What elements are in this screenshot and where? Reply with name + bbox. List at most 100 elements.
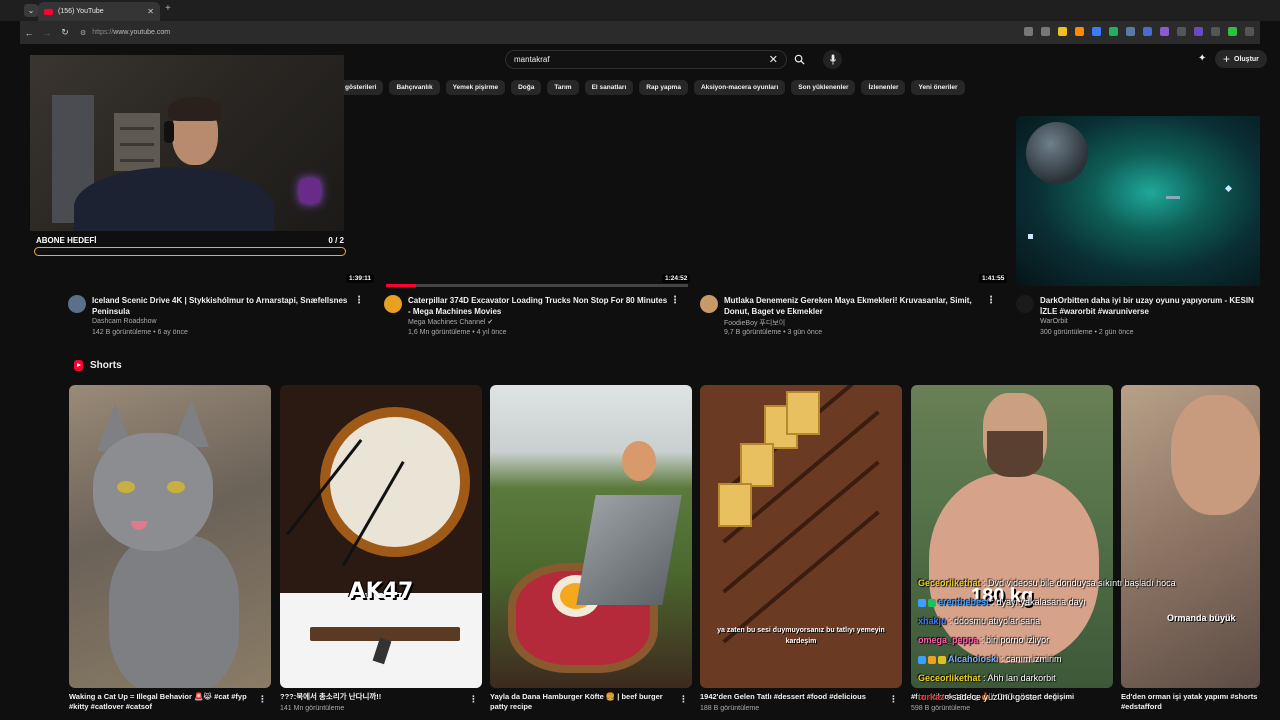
search-input[interactable]: mantakraf ✕ <box>505 50 787 69</box>
channel-avatar[interactable] <box>68 295 86 313</box>
chip[interactable]: El sanatları <box>584 80 634 95</box>
clear-search-icon[interactable]: ✕ <box>769 53 778 66</box>
short-title[interactable]: Waking a Cat Up = Illegal Behavior 🚨😹 #c… <box>69 692 255 712</box>
video-title[interactable]: Iceland Scenic Drive 4K | Stykkishólmur … <box>92 295 354 317</box>
extension-green-icon[interactable] <box>1109 27 1118 36</box>
channel-name[interactable]: FoodieBoy 푸디보이 <box>724 318 785 328</box>
channel-name-text: Mega Machines Channel <box>408 319 486 326</box>
create-button[interactable]: + Oluştur <box>1215 50 1267 68</box>
channel-avatar[interactable] <box>1016 295 1034 313</box>
search-button[interactable] <box>787 50 811 69</box>
chat-username: erenthebest <box>938 597 990 607</box>
search-query: mantakraf <box>514 55 550 64</box>
channel-name[interactable]: Mega Machines Channel ✔ <box>408 318 493 326</box>
video-title[interactable]: Mutlaka Denemeniz Gereken Maya Ekmekleri… <box>724 295 986 317</box>
close-tab-icon[interactable]: ✕ <box>147 7 154 16</box>
short-card-meta[interactable]: Yayla da Dana Hamburger Köfte 🍔 | beef b… <box>490 692 692 715</box>
extension-blue-icon[interactable] <box>1092 27 1101 36</box>
ai-sparkle-icon[interactable]: ✦ <box>1198 53 1206 64</box>
short-overlay-text: ya zaten bu sesi duymuyorsanız bu tatlıy… <box>717 627 885 645</box>
short-card-meta[interactable]: 1942'den Gelen Tatlı #dessert #food #del… <box>700 692 902 712</box>
short-card-meta[interactable]: ???:북에서 총소리가 난다니까!! 141 Mn görüntüleme ⋮ <box>280 692 482 712</box>
shorts-heading: Shorts <box>90 360 122 371</box>
chip[interactable]: Rap yapma <box>639 80 688 95</box>
goal-progress-bar <box>34 247 346 256</box>
chip[interactable]: Tarım <box>547 80 579 95</box>
extension-orange-icon[interactable] <box>1075 27 1084 36</box>
video-card[interactable]: Mutlaka Denemeniz Gereken Maya Ekmekleri… <box>700 295 1000 341</box>
eye-off-icon[interactable] <box>1041 27 1050 36</box>
short-title[interactable]: 1942'den Gelen Tatlı #dessert #food #del… <box>700 692 886 702</box>
video-title[interactable]: DarkOrbitten daha iyi bir uzay oyunu yap… <box>1040 295 1256 317</box>
translate-icon[interactable] <box>1126 27 1135 36</box>
video-title[interactable]: Caterpillar 374D Excavator Loading Truck… <box>408 295 670 317</box>
chip[interactable]: Bahçıvanlık <box>389 80 440 95</box>
download-icon[interactable] <box>1211 27 1220 36</box>
youtube-favicon-icon <box>44 8 53 15</box>
chip[interactable]: Aksiyon-macera oyunları <box>693 80 786 95</box>
short-thumbnail[interactable]: AK47 <box>280 385 482 688</box>
more-options-icon[interactable]: ⋮ <box>469 694 478 705</box>
chip[interactable]: Son yüklenenler <box>791 80 856 95</box>
new-tab-button[interactable]: + <box>165 3 171 14</box>
install-app-icon[interactable] <box>1024 27 1033 36</box>
forward-button[interactable]: → <box>38 28 56 38</box>
chip[interactable]: Yeni öneriler <box>911 80 965 95</box>
video-duration: 1:39:11 <box>346 274 375 283</box>
more-options-icon[interactable]: ⋮ <box>258 694 267 705</box>
chip[interactable]: gösterileri <box>338 80 384 95</box>
dessert-piece <box>718 483 752 527</box>
star-icon[interactable] <box>1058 27 1067 36</box>
channel-name[interactable]: WarOrbit <box>1040 318 1068 325</box>
tab-search-button[interactable]: ⌄ <box>24 4 38 17</box>
browser-tab[interactable]: (156) YouTube ✕ <box>38 2 160 21</box>
chat-text: Dvd videosu bile donduysa sıkıntı başlad… <box>988 578 1176 588</box>
short-thumbnail[interactable] <box>490 385 692 688</box>
chat-message: omega_peppa : biri porno izliyor <box>918 635 1050 645</box>
more-options-icon[interactable]: ⋮ <box>354 295 364 306</box>
channel-name[interactable]: Dashcam Roadshow <box>92 318 157 325</box>
more-options-icon[interactable]: ⋮ <box>986 295 996 306</box>
site-info-icon[interactable]: ⚙ <box>80 29 86 37</box>
egg-image <box>622 441 656 481</box>
short-overlay-text: AK47 <box>348 579 414 604</box>
video-card[interactable]: Caterpillar 374D Excavator Loading Truck… <box>384 295 684 341</box>
video-card[interactable]: DarkOrbitten daha iyi bir uzay oyunu yap… <box>1016 295 1260 341</box>
video-duration: 1:41:55 <box>979 274 1008 283</box>
stream-chat-overlay: Geceorlikethat : Dvd videosu bile donduy… <box>918 574 1258 707</box>
video-thumbnail[interactable] <box>1016 116 1260 286</box>
chat-text: ddosmu atıyolar sana <box>954 616 1041 626</box>
channel-avatar[interactable] <box>700 295 718 313</box>
chip[interactable]: Doğa <box>511 80 542 95</box>
short-thumbnail[interactable]: ya zaten bu sesi duymuyorsanız bu tatlıy… <box>700 385 902 688</box>
short-title[interactable]: ???:북에서 총소리가 난다니까!! <box>280 692 466 702</box>
video-card[interactable]: Iceland Scenic Drive 4K | Stykkishólmur … <box>68 295 368 341</box>
address-bar[interactable]: ⚙ https:// www.youtube.com <box>80 29 170 37</box>
pen-icon[interactable] <box>1160 27 1169 36</box>
more-options-icon[interactable]: ⋮ <box>889 694 898 705</box>
menu-icon[interactable] <box>1245 27 1254 36</box>
puzzle-icon[interactable] <box>1177 27 1186 36</box>
reload-button[interactable]: ↻ <box>56 27 74 38</box>
chip[interactable]: İzlenenler <box>861 80 906 95</box>
profile-icon[interactable] <box>1194 27 1203 36</box>
chat-text: canım izmirim <box>1006 654 1062 664</box>
dessert-piece <box>740 443 774 487</box>
short-card-meta[interactable]: Waking a Cat Up = Illegal Behavior 🚨😹 #c… <box>69 692 271 715</box>
back-button[interactable]: ← <box>20 28 38 38</box>
chat-text: dyayı yakalasana dayı <box>996 597 1086 607</box>
browser-toolbar: ← → ↻ ⚙ https:// www.youtube.com <box>20 21 1260 44</box>
more-options-icon[interactable]: ⋮ <box>670 295 680 306</box>
more-options-icon[interactable]: ⋮ <box>679 694 688 705</box>
short-thumbnail[interactable] <box>69 385 271 688</box>
battery-icon[interactable] <box>1228 27 1237 36</box>
mic-icon <box>829 54 836 65</box>
extension-tabs-icon[interactable] <box>1143 27 1152 36</box>
extension-icons <box>1024 27 1254 36</box>
chip[interactable]: Yemek pişirme <box>445 80 506 95</box>
channel-avatar[interactable] <box>384 295 402 313</box>
voice-search-button[interactable] <box>823 50 842 69</box>
chat-username: Geceorlikethat <box>918 578 981 588</box>
video-stats: 142 B görüntüleme • 6 ay önce <box>92 329 188 336</box>
short-title[interactable]: Yayla da Dana Hamburger Köfte 🍔 | beef b… <box>490 692 676 712</box>
